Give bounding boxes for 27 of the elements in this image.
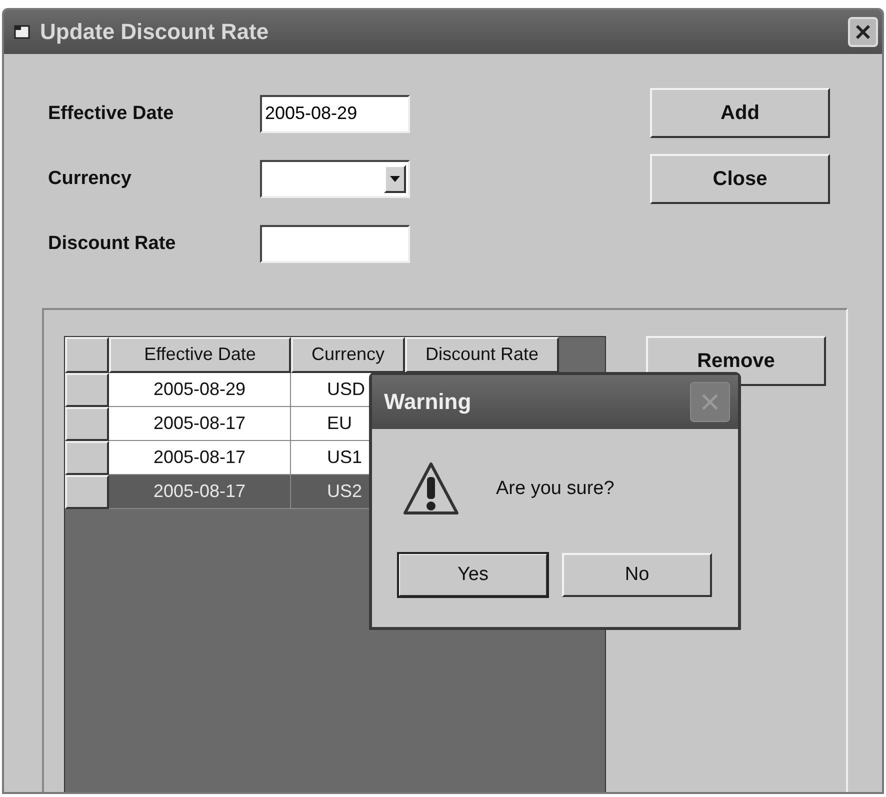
warning-icon — [402, 461, 460, 517]
dialog-button[interactable]: No — [562, 553, 712, 597]
field-label: Discount Rate — [48, 233, 177, 256]
action-button[interactable]: Add — [650, 88, 830, 138]
table-cell: 2005-08-17 — [109, 407, 291, 441]
row-header[interactable] — [65, 373, 109, 407]
table-cell: 2005-08-29 — [109, 373, 291, 407]
row-header[interactable] — [65, 441, 109, 475]
table-cell: 2005-08-17 — [109, 441, 291, 475]
currency-dropdown[interactable] — [260, 160, 410, 198]
window-icon — [14, 25, 30, 39]
column-header[interactable]: Currency — [291, 337, 405, 373]
input-field[interactable]: 2005-08-29 — [260, 94, 410, 133]
table-cell: 2005-08-17 — [109, 475, 291, 509]
column-header[interactable]: Effective Date — [109, 337, 291, 373]
window-title: Update Discount Rate — [40, 19, 270, 45]
action-button[interactable]: Close — [650, 154, 830, 204]
close-icon — [854, 23, 872, 41]
row-header[interactable] — [65, 407, 109, 441]
message-text: Are you sure? — [496, 478, 614, 500]
row-header — [65, 337, 109, 373]
field-label: Effective Date — [48, 102, 175, 125]
column-header[interactable]: Discount Rate — [405, 337, 559, 373]
row-header[interactable] — [65, 475, 109, 509]
field-label: Currency — [48, 168, 132, 190]
input-field[interactable] — [260, 225, 410, 264]
dialog-button[interactable]: Yes — [398, 553, 548, 597]
